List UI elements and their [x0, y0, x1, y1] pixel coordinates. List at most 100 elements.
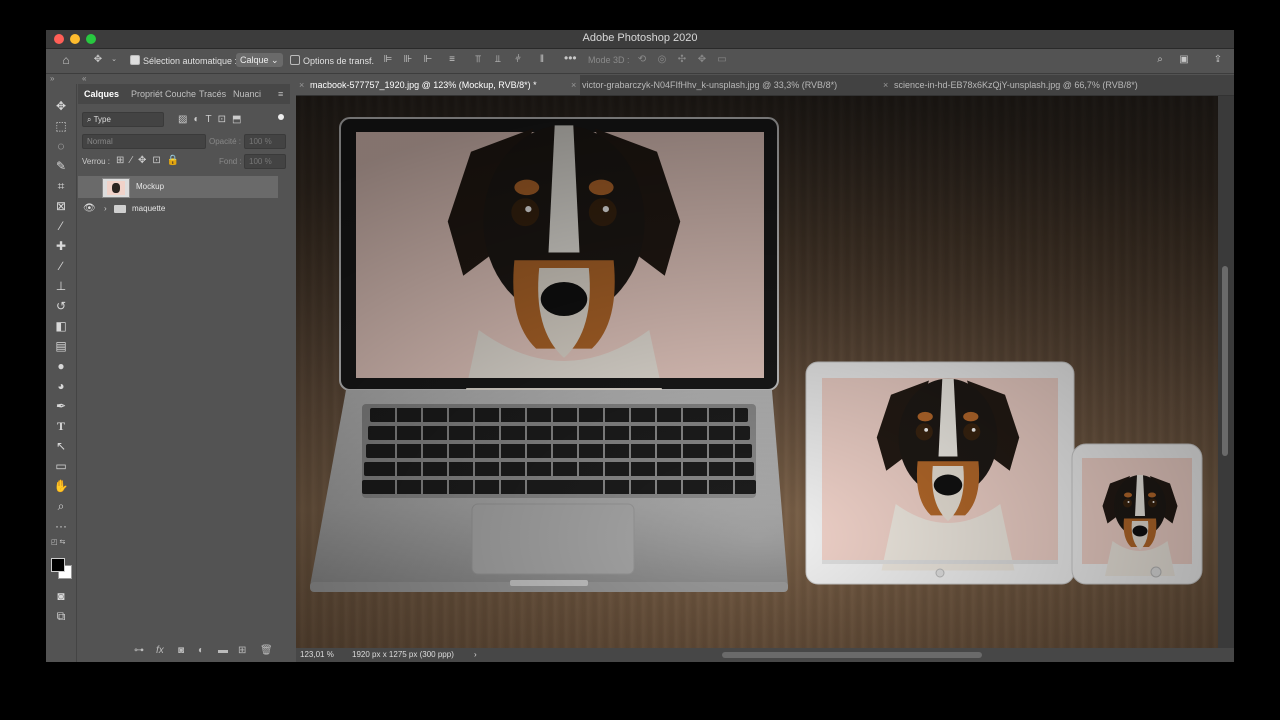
- close-tab-icon[interactable]: ×: [571, 75, 576, 95]
- zoom-level[interactable]: 123,01 %: [300, 650, 334, 659]
- roll-3d-icon[interactable]: ◎: [656, 54, 668, 66]
- checkbox-unchecked-icon: [290, 55, 300, 65]
- layer-style-icon[interactable]: fx: [156, 645, 164, 656]
- tab-nuanciers[interactable]: Nuanci: [233, 89, 261, 99]
- align-center-h-icon[interactable]: ⊪: [402, 54, 414, 66]
- collapse-arrows-icon[interactable]: «: [82, 74, 86, 83]
- pen-tool-icon[interactable]: ✒: [53, 398, 69, 414]
- rectangle-tool-icon[interactable]: ▭: [53, 458, 69, 474]
- vertical-scrollbar[interactable]: [1218, 96, 1234, 648]
- tab-traces[interactable]: Tracés: [199, 89, 226, 99]
- adjustment-layer-icon[interactable]: ◐: [198, 645, 204, 656]
- search-icon[interactable]: ⌕: [1154, 54, 1166, 66]
- layer-row-maquette[interactable]: 👁 › maquette: [78, 198, 278, 220]
- marquee-tool-icon[interactable]: ⬚: [53, 118, 69, 134]
- screen-mode-icon[interactable]: ⧉: [53, 608, 69, 624]
- doc-tab-label: victor-grabarczyk-N04FIfHhv_k-unsplash.j…: [582, 80, 838, 90]
- chevron-right-icon[interactable]: ›: [104, 198, 107, 220]
- layer-filter-dropdown[interactable]: ⌕ Type: [82, 112, 164, 127]
- scale-3d-icon[interactable]: ▭: [716, 54, 728, 66]
- align-left-icon[interactable]: ⊫: [382, 54, 394, 66]
- layers-panel: Calques Propriét Couche Tracés Nuanci ≡ …: [78, 84, 290, 662]
- align-middle-v-icon[interactable]: ⫫: [492, 54, 504, 66]
- gradient-tool-icon[interactable]: ▤: [53, 338, 69, 354]
- collapse-arrows-icon[interactable]: »: [50, 74, 54, 83]
- frame-tool-icon[interactable]: ⊠: [53, 198, 69, 214]
- crop-tool-icon[interactable]: ⌗: [53, 178, 69, 194]
- pan-3d-icon[interactable]: ✣: [676, 54, 688, 66]
- eraser-tool-icon[interactable]: ◧: [53, 318, 69, 334]
- distribute-v-icon[interactable]: ‖: [536, 54, 548, 66]
- tab-proprietes[interactable]: Propriét: [131, 89, 163, 99]
- layer-name: maquette: [132, 204, 166, 213]
- opacity-field[interactable]: 100 %: [244, 134, 286, 149]
- eyedropper-tool-icon[interactable]: ⁄: [53, 218, 69, 234]
- fill-field[interactable]: 100 %: [244, 154, 286, 169]
- clone-stamp-tool-icon[interactable]: ⊥: [53, 278, 69, 294]
- trash-icon[interactable]: 🗑: [260, 645, 273, 656]
- healing-brush-tool-icon[interactable]: ✚: [53, 238, 69, 254]
- new-layer-icon[interactable]: ⊞: [238, 645, 246, 656]
- new-group-icon[interactable]: ▬: [218, 645, 228, 656]
- close-tab-icon[interactable]: ×: [299, 75, 304, 95]
- workspace-icon[interactable]: ▣: [1178, 54, 1190, 66]
- chevron-right-icon[interactable]: ›: [474, 650, 477, 659]
- blend-mode-dropdown[interactable]: Normal: [82, 134, 206, 149]
- quick-select-tool-icon[interactable]: ✎: [53, 158, 69, 174]
- doc-tab-victor[interactable]: × victor-grabarczyk-N04FIfHhv_k-unsplash…: [568, 75, 892, 95]
- mode-3d-label: Mode 3D :: [588, 55, 630, 65]
- canvas-area[interactable]: [296, 96, 1234, 648]
- default-colors-icon[interactable]: ◰ ⇆: [51, 538, 65, 546]
- filter-toggle[interactable]: [278, 114, 284, 120]
- align-right-icon[interactable]: ⊩: [422, 54, 434, 66]
- distribute-h-icon[interactable]: ≡: [446, 54, 458, 66]
- mockup-image: [296, 96, 1218, 648]
- vertical-scroll-thumb[interactable]: [1222, 266, 1228, 456]
- auto-select-dropdown[interactable]: Calque ⌄: [236, 53, 283, 67]
- move-tool-icon[interactable]: ✥: [53, 98, 69, 114]
- share-icon[interactable]: ⇪: [1212, 54, 1224, 66]
- transform-options-checkbox[interactable]: Options de transf.: [290, 55, 374, 66]
- auto-select-label: Sélection automatique :: [143, 56, 238, 66]
- type-tool-icon[interactable]: T: [53, 418, 69, 434]
- close-tab-icon[interactable]: ×: [883, 75, 888, 95]
- more-tools-icon[interactable]: ···: [53, 518, 69, 534]
- layer-mask-icon[interactable]: ◙: [178, 645, 184, 656]
- history-brush-tool-icon[interactable]: ↺: [53, 298, 69, 314]
- doc-tab-macbook[interactable]: × macbook-577757_1920.jpg @ 123% (Mockup…: [296, 75, 580, 95]
- quick-mask-icon[interactable]: ◙: [53, 588, 69, 604]
- document-tabs: × macbook-577757_1920.jpg @ 123% (Mockup…: [296, 75, 1234, 96]
- more-options-icon[interactable]: •••: [564, 52, 577, 64]
- align-top-icon[interactable]: ⫪: [472, 54, 484, 66]
- foreground-color-swatch[interactable]: [51, 558, 65, 572]
- doc-tab-science[interactable]: × science-in-hd-EB78x6KzQjY-unsplash.jpg…: [880, 75, 1194, 95]
- layer-row-mockup[interactable]: Mockup: [78, 176, 278, 198]
- document-canvas[interactable]: [296, 96, 1218, 648]
- brush-tool-icon[interactable]: ∕: [53, 258, 69, 274]
- horizontal-scroll-thumb[interactable]: [722, 652, 982, 658]
- filter-icons[interactable]: ▨◐T⊡⬒: [178, 114, 247, 125]
- blur-tool-icon[interactable]: ●: [53, 358, 69, 374]
- window-title: Adobe Photoshop 2020: [582, 32, 698, 44]
- lock-icons[interactable]: ⊞∕✥⊡🔒: [116, 155, 185, 166]
- lasso-tool-icon[interactable]: ◌: [53, 138, 69, 154]
- hand-tool-icon[interactable]: ✋: [53, 478, 69, 494]
- eye-icon[interactable]: 👁: [83, 198, 96, 220]
- move-tool-icon[interactable]: ✥: [92, 54, 104, 66]
- chevron-down-icon[interactable]: ⌄: [108, 54, 120, 66]
- lock-label: Verrou :: [82, 157, 111, 166]
- dodge-tool-icon[interactable]: ◕: [53, 378, 69, 394]
- home-icon[interactable]: ⌂: [60, 54, 72, 66]
- link-layers-icon[interactable]: ⊶: [134, 645, 144, 656]
- title-bar: Adobe Photoshop 2020: [46, 30, 1234, 49]
- align-bottom-icon[interactable]: ⫩: [512, 54, 524, 66]
- panel-menu-icon[interactable]: ≡: [278, 89, 283, 99]
- path-select-tool-icon[interactable]: ↖: [53, 438, 69, 454]
- orbit-3d-icon[interactable]: ⟲: [636, 54, 648, 66]
- tab-couches[interactable]: Couche: [165, 89, 196, 99]
- slide-3d-icon[interactable]: ✥: [696, 54, 708, 66]
- auto-select-checkbox[interactable]: Sélection automatique :: [130, 55, 237, 66]
- tab-calques[interactable]: Calques: [84, 89, 119, 99]
- zoom-tool-icon[interactable]: ⌕: [53, 498, 69, 514]
- fill-label: Fond :: [219, 157, 242, 166]
